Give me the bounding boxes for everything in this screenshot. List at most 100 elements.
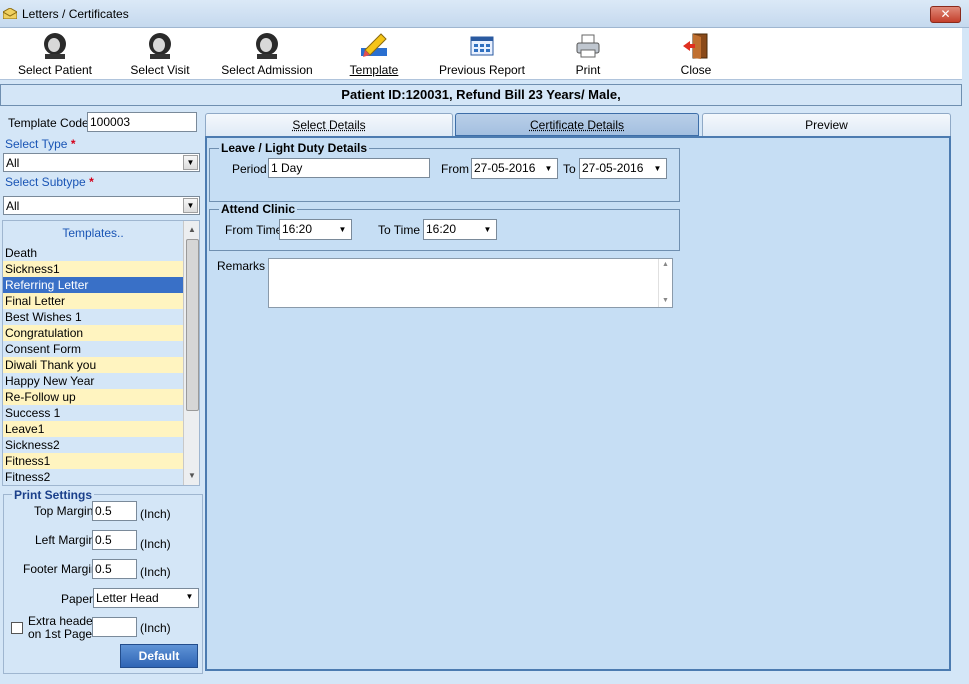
templates-list: Templates.. Death Sickness1 Referring Lett… [2,220,200,486]
from-date-picker[interactable]: 27-05-2016 ▼ [471,158,558,179]
template-list-item[interactable]: Success 1 [3,405,183,421]
tab-label: Select Details [292,118,366,132]
window-border [962,28,969,684]
tab-certificate-details[interactable]: Certificate Details [455,113,699,136]
to-date-picker[interactable]: 27-05-2016 ▼ [579,158,667,179]
visit-icon [149,33,171,59]
extra-header-label: Extra header on 1st Page [28,615,97,641]
left-margin-input[interactable]: 0.5 [92,530,137,550]
chevron-down-icon[interactable]: ▼ [183,155,198,170]
from-time-picker[interactable]: 16:20 ▼ [279,219,352,240]
remarks-label: Remarks [217,259,266,273]
template-list-item[interactable]: Congratulation [3,325,183,341]
chevron-down-icon[interactable]: ▼ [480,223,495,238]
templates-header: Templates.. [3,221,183,245]
tab-label: Preview [805,118,848,132]
footer-margin-input[interactable]: 0.5 [92,559,137,579]
extra-header-input[interactable] [92,617,137,637]
template-list-item[interactable]: Referring Letter [3,277,183,293]
select-subtype-label: Select Subtype * [5,175,94,189]
template-list-item[interactable]: Leave1 [3,421,183,437]
leave-duty-title: Leave / Light Duty Details [219,141,370,155]
toolbar: Select Patient Select Visit Select Admis… [0,28,969,80]
attend-clinic-title: Attend Clinic [219,202,297,216]
toolbar-label: Previous Report [438,63,526,77]
patient-icon [44,33,66,59]
from-time-value: 16:20 [282,222,313,236]
print-button[interactable]: Print [560,28,616,80]
printer-icon [576,34,600,58]
window-title: Letters / Certificates [22,7,129,21]
chevron-down-icon[interactable]: ▼ [182,590,197,605]
previous-report-button[interactable]: Previous Report [434,28,530,80]
tab-preview[interactable]: Preview [702,113,951,136]
period-input[interactable]: 1 Day [268,158,430,178]
chevron-down-icon[interactable]: ▼ [541,162,556,177]
tab-select-details[interactable]: Select Details [205,113,453,136]
template-list-item[interactable]: Happy New Year [3,373,183,389]
template-list-item[interactable]: Diwali Thank you [3,357,183,373]
chevron-down-icon[interactable]: ▼ [183,198,198,213]
scroll-up-icon[interactable]: ▲ [662,261,669,268]
unit-label: (Inch) [140,565,171,579]
top-margin-input[interactable]: 0.5 [92,501,137,521]
scroll-down-icon[interactable]: ▼ [662,297,669,304]
select-type-label: Select Type * [5,137,76,151]
extra-header-checkbox[interactable] [11,622,23,634]
top-margin-label: Top Margin [34,504,94,518]
select-admission-button[interactable]: Select Admission [216,28,318,80]
template-list-item[interactable]: Death [3,245,183,261]
toolbar-label: Select Patient [17,63,93,77]
scroll-down-icon[interactable]: ▼ [186,469,198,483]
template-list-item[interactable]: Sickness2 [3,437,183,453]
report-icon [470,36,494,56]
required-mark: * [70,137,76,151]
template-list-item[interactable]: Best Wishes 1 [3,309,183,325]
template-button[interactable]: Template [340,28,408,80]
footer-margin-label: Footer Margin [23,562,98,576]
select-patient-button[interactable]: Select Patient [12,28,98,80]
toolbar-label: Select Visit [130,63,190,77]
close-button[interactable]: Close [668,28,724,80]
template-list-item[interactable]: Sickness1 [3,261,183,277]
template-list-item[interactable]: Final Letter [3,293,183,309]
template-list-item[interactable]: Consent Form [3,341,183,357]
unit-label: (Inch) [140,621,171,635]
select-subtype-dropdown[interactable]: All ▼ [3,196,200,215]
template-code-input[interactable]: 100003 [87,112,197,132]
template-list-item[interactable]: Fitness2 [3,469,183,485]
from-label: From [441,162,469,176]
scroll-thumb[interactable] [186,239,199,411]
left-margin-label: Left Margin [35,533,96,547]
template-list-item[interactable]: Fitness1 [3,453,183,469]
toolbar-label: Template [349,63,399,77]
paper-label: Paper [61,592,94,606]
window-close-button[interactable]: ✕ [930,6,961,23]
toolbar-label: Close [680,63,712,77]
select-visit-button[interactable]: Select Visit [124,28,196,80]
select-type-value: All [6,156,20,170]
templates-scrollbar[interactable]: ▲ ▼ [183,221,199,485]
paper-dropdown[interactable]: Letter Head ▼ [93,588,199,608]
remarks-textarea[interactable]: ▲ ▼ [268,258,673,308]
unit-label: (Inch) [140,507,171,521]
to-time-label: To Time [378,223,421,237]
remarks-scrollbar[interactable]: ▲ ▼ [658,259,672,307]
extra-header-label-line1: Extra header [28,614,97,628]
template-list-item[interactable]: Re-Follow up [3,389,183,405]
to-time-value: 16:20 [426,222,457,236]
chevron-down-icon[interactable]: ▼ [335,223,350,238]
to-time-picker[interactable]: 16:20 ▼ [423,219,497,240]
title-bar: Letters / Certificates ✕ [0,0,969,28]
envelope-icon [3,8,17,19]
tab-label: Certificate Details [529,118,625,132]
to-label: To [563,162,576,176]
scroll-up-icon[interactable]: ▲ [186,223,198,237]
paper-value: Letter Head [96,591,159,605]
period-label: Period [232,162,267,176]
print-settings-title: Print Settings [12,488,95,502]
chevron-down-icon[interactable]: ▼ [650,162,665,177]
default-button[interactable]: Default [120,644,198,668]
select-type-dropdown[interactable]: All ▼ [3,153,200,172]
from-time-label: From Time [225,223,283,237]
